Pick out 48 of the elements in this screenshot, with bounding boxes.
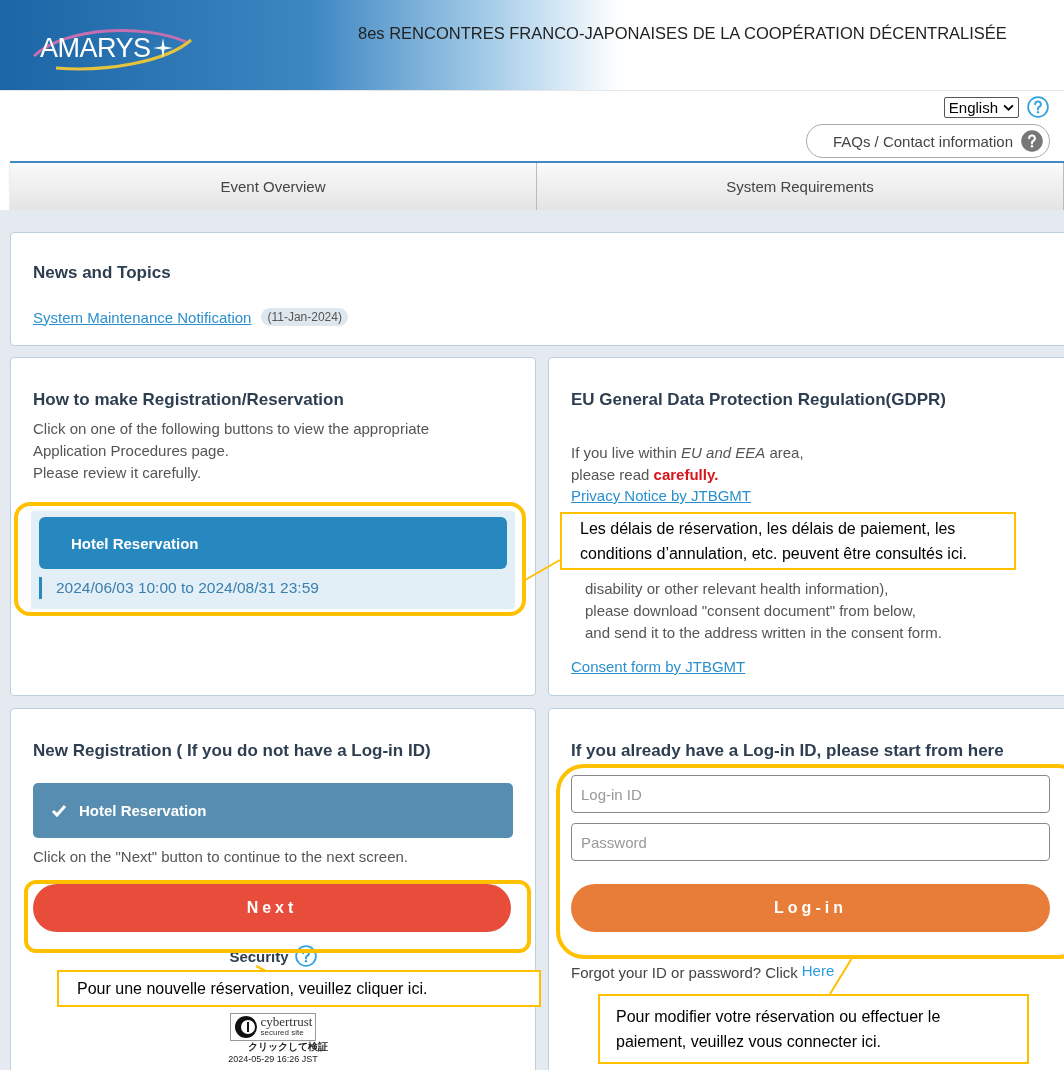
help-icon	[1021, 130, 1043, 152]
date-tag: (11-Jan-2024)	[261, 308, 348, 326]
tab[interactable]: System Requirements	[537, 163, 1064, 210]
gdpr-note: and send it to the address written in the consent form.	[585, 623, 943, 643]
help-icon	[1027, 96, 1049, 118]
hotel-reservation-button[interactable]: Hotel Reservation	[39, 517, 507, 569]
login-button[interactable]: Log-in	[571, 884, 1050, 932]
leader-line	[524, 559, 561, 581]
section-title: News and Topics	[33, 263, 172, 283]
seal-text: secured site	[260, 1028, 304, 1038]
privacy-notice-link[interactable]: Privacy Notice by JTBGMT	[571, 486, 752, 506]
faq-button[interactable]: FAQs / Contact information	[806, 124, 1050, 158]
trust-seal[interactable]: cybertrust secured site	[229, 1013, 317, 1041]
gdpr-note: disability or other relevant health information),	[585, 579, 890, 599]
caret-icon	[1003, 103, 1014, 111]
gdpr-text: If you live within EU and EEA area,	[571, 443, 805, 463]
callout-note: Pour modifier votre réservation ou effectuer le paiement, veuillez vous connecter ici.	[598, 994, 1029, 1064]
next-button[interactable]: Next	[33, 884, 511, 932]
input-field[interactable]: Log-in ID	[571, 775, 1050, 813]
seal-brand: cybertrust	[260, 1016, 313, 1027]
gdpr-note: please download "consent document" from below,	[585, 601, 917, 621]
hotel-reservation-option[interactable]: Hotel Reservation	[33, 783, 513, 838]
seal-timestamp: 2024-05-29 16:26 JST	[228, 1053, 318, 1065]
logo-text: AMARYS	[39, 32, 151, 64]
checkmark-icon	[51, 803, 67, 818]
section-title: New Registration ( If you do not have a Log-in ID)	[33, 741, 432, 761]
section-title: How to make Registration/Reservation	[33, 390, 345, 410]
instruction-text: Click on one of the following buttons to view the appropriate Application Procedures page.	[33, 419, 431, 461]
gdpr-text: please read carefully.	[571, 465, 720, 485]
news-link[interactable]: System Maintenance Notification	[33, 308, 252, 326]
consent-form-link[interactable]: Consent form by JTBGMT	[571, 658, 746, 675]
help-icon	[294, 945, 317, 967]
reservation-period: 2024/06/03 10:00 to 2024/08/31 23:59	[39, 577, 507, 599]
here-link[interactable]: Here	[801, 962, 835, 984]
forgot-text: Forgot your ID or password? Click	[571, 963, 798, 983]
language-select[interactable]: English	[943, 96, 1019, 118]
callout-note: Les délais de réservation, les délais de paiement, les conditions d’annulation, etc. peuvent être consultés ici.	[560, 512, 1016, 570]
seal-icon	[233, 1015, 258, 1039]
section-title: EU General Data Protection Regulation(GDPR)	[571, 390, 947, 410]
instruction-text: Please review it carefully.	[33, 463, 203, 483]
callout-note: Pour une nouvelle réservation, veuillez cliquer ici.	[57, 970, 541, 1007]
hint-text: Click on the "Next" button to continue to the next screen.	[33, 847, 410, 867]
section-title: If you already have a Log-in ID, please start from here	[571, 741, 1005, 761]
security-label: Security	[229, 947, 289, 965]
site-title: 8es RENCONTRES FRANCO-JAPONAISES DE LA COOPÉRATION DÉCENTRALISÉE	[358, 23, 1007, 44]
input-field[interactable]: Password	[571, 823, 1050, 861]
seal-verify-text: クリックして検証	[248, 1041, 328, 1053]
tab[interactable]: Event Overview	[10, 163, 537, 210]
